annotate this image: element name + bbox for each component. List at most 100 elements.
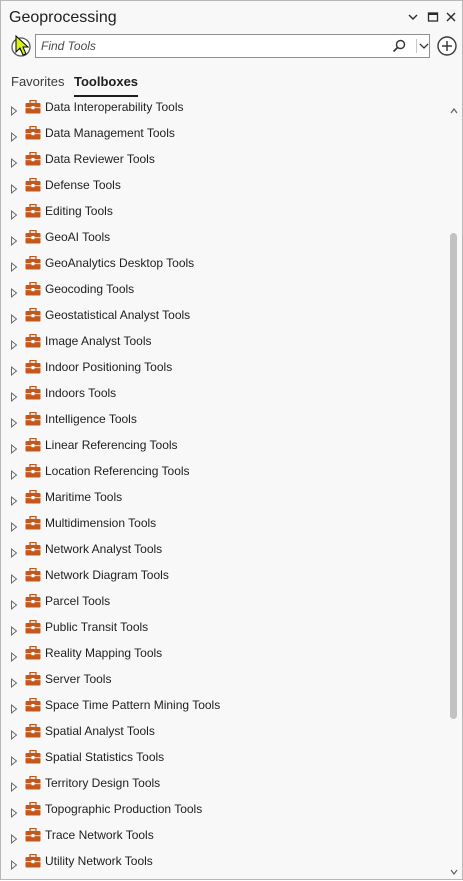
expand-arrow-icon[interactable] [10, 233, 18, 247]
toolbox-row[interactable]: Intelligence Tools [1, 407, 446, 433]
expand-arrow-icon[interactable] [10, 831, 18, 845]
toolbox-row[interactable]: Maritime Tools [1, 485, 446, 511]
toolbox-label: Territory Design Tools [45, 776, 161, 790]
expand-arrow-icon[interactable] [10, 857, 18, 871]
expand-arrow-icon[interactable] [10, 467, 18, 481]
close-icon[interactable] [443, 9, 459, 25]
expand-arrow-icon[interactable] [10, 779, 18, 793]
toolbox-label: Linear Referencing Tools [45, 438, 178, 452]
toolbox-icon [25, 619, 41, 634]
toolbox-row[interactable]: Multidimension Tools [1, 511, 446, 537]
restore-icon[interactable] [425, 9, 441, 25]
toolbox-row[interactable]: Geocoding Tools [1, 277, 446, 303]
search-divider [416, 39, 417, 53]
expand-arrow-icon[interactable] [10, 155, 18, 169]
expand-arrow-icon[interactable] [10, 519, 18, 533]
toolbox-icon [25, 99, 41, 114]
toolbox-row[interactable]: Editing Tools [1, 199, 446, 225]
toolbox-icon [25, 671, 41, 686]
toolbox-icon [25, 203, 41, 218]
scrollbar-thumb[interactable] [450, 233, 457, 719]
toolbox-row[interactable]: Linear Referencing Tools [1, 433, 446, 459]
toolbox-row[interactable]: Image Analyst Tools [1, 329, 446, 355]
expand-arrow-icon[interactable] [10, 649, 18, 663]
toolbox-label: Geocoding Tools [45, 282, 135, 296]
chevron-down-icon[interactable] [419, 39, 429, 53]
toolbox-row[interactable]: Location Referencing Tools [1, 459, 446, 485]
expand-arrow-icon[interactable] [10, 441, 18, 455]
toolbox-icon [25, 229, 41, 244]
expand-arrow-icon[interactable] [10, 259, 18, 273]
toolbox-row[interactable]: Network Analyst Tools [1, 537, 446, 563]
toolbox-label: Reality Mapping Tools [45, 646, 163, 660]
expand-arrow-icon[interactable] [10, 311, 18, 325]
expand-arrow-icon[interactable] [10, 545, 18, 559]
toolbox-icon [25, 723, 41, 738]
toolbox-label: Network Analyst Tools [45, 542, 163, 556]
toolbox-row[interactable]: Defense Tools [1, 173, 446, 199]
expand-arrow-icon[interactable] [10, 727, 18, 741]
toolbox-row[interactable]: Spatial Statistics Tools [1, 745, 446, 771]
toolbox-icon [25, 853, 41, 868]
toolbox-label: Trace Network Tools [45, 828, 154, 842]
toolbox-row[interactable]: Space Time Pattern Mining Tools [1, 693, 446, 719]
toolbox-row[interactable]: Data Reviewer Tools [1, 147, 446, 173]
expand-arrow-icon[interactable] [10, 363, 18, 377]
toolbox-row[interactable]: Utility Network Tools [1, 849, 446, 875]
toolbox-label: Indoor Positioning Tools [45, 360, 173, 374]
expand-arrow-icon[interactable] [10, 493, 18, 507]
toolbox-icon [25, 541, 41, 556]
scroll-up-icon[interactable] [450, 102, 458, 114]
search-input[interactable] [41, 38, 381, 54]
toolbox-row[interactable]: Trace Network Tools [1, 823, 446, 849]
toolbox-row[interactable]: Reality Mapping Tools [1, 641, 446, 667]
expand-arrow-icon[interactable] [10, 181, 18, 195]
expand-arrow-icon[interactable] [10, 805, 18, 819]
scroll-down-icon[interactable] [450, 863, 458, 875]
expand-arrow-icon[interactable] [10, 753, 18, 767]
expand-arrow-icon[interactable] [10, 207, 18, 221]
expand-arrow-icon[interactable] [10, 623, 18, 637]
chevron-down-icon[interactable] [405, 9, 421, 25]
toolbox-row[interactable]: Parcel Tools [1, 589, 446, 615]
toolbox-row[interactable]: GeoAI Tools [1, 225, 446, 251]
tab-toolboxes[interactable]: Toolboxes [74, 74, 139, 97]
toolbox-row[interactable]: GeoAnalytics Desktop Tools [1, 251, 446, 277]
toolbox-label: Image Analyst Tools [45, 334, 152, 348]
toolbox-row[interactable]: Indoor Positioning Tools [1, 355, 446, 381]
toolbox-row[interactable]: Network Diagram Tools [1, 563, 446, 589]
toolbox-row[interactable]: Topographic Production Tools [1, 797, 446, 823]
toolbox-row[interactable]: Data Interoperability Tools [1, 95, 446, 121]
toolbox-row[interactable]: Spatial Analyst Tools [1, 719, 446, 745]
geoprocessing-pane: Geoprocessing Find Tools Favorites Toolb… [0, 0, 463, 880]
toolbox-row[interactable]: Geostatistical Analyst Tools [1, 303, 446, 329]
toolbox-row[interactable]: Data Management Tools [1, 121, 446, 147]
expand-arrow-icon[interactable] [10, 597, 18, 611]
toolbox-row[interactable]: Indoors Tools [1, 381, 446, 407]
expand-arrow-icon[interactable] [10, 675, 18, 689]
expand-arrow-icon[interactable] [10, 337, 18, 351]
toolbox-row[interactable]: Server Tools [1, 667, 446, 693]
expand-arrow-icon[interactable] [10, 103, 18, 117]
toolbox-icon [25, 827, 41, 842]
toolbox-label: Editing Tools [45, 204, 113, 218]
toolbox-row[interactable]: Territory Design Tools [1, 771, 446, 797]
expand-arrow-icon[interactable] [10, 285, 18, 299]
expand-arrow-icon[interactable] [10, 415, 18, 429]
search-icon[interactable] [391, 38, 407, 54]
toolbox-icon [25, 593, 41, 608]
expand-arrow-icon[interactable] [10, 129, 18, 143]
mouse-cursor-icon [15, 34, 30, 57]
add-icon[interactable] [436, 35, 458, 57]
toolbox-icon [25, 359, 41, 374]
expand-arrow-icon[interactable] [10, 701, 18, 715]
tab-favorites[interactable]: Favorites [11, 74, 64, 94]
expand-arrow-icon[interactable] [10, 389, 18, 403]
toolbox-row[interactable]: Public Transit Tools [1, 615, 446, 641]
toolbox-label: Maritime Tools [45, 490, 123, 504]
expand-arrow-icon[interactable] [10, 571, 18, 585]
toolbox-icon [25, 489, 41, 504]
toolbox-label: Location Referencing Tools [45, 464, 190, 478]
toolbox-label: Server Tools [45, 672, 112, 686]
toolbox-list: Data Interoperability Tools Data Manageme… [1, 95, 462, 879]
